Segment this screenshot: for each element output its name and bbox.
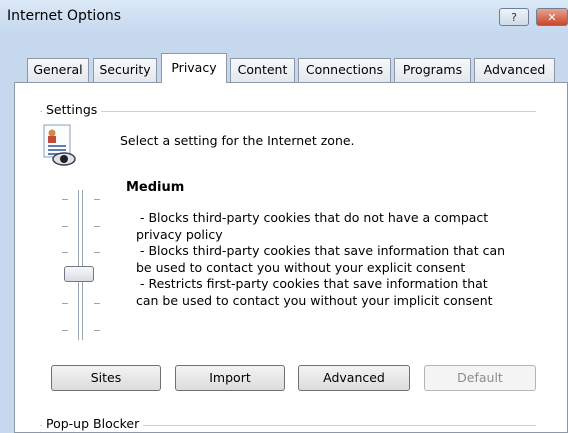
popup-blocker-group-label: Pop-up Blocker: [42, 416, 144, 431]
slider-tick: [94, 303, 100, 304]
slider-tick: [62, 226, 68, 227]
slider-tick: [94, 199, 100, 200]
privacy-level-name: Medium: [126, 180, 185, 195]
slider-tick: [62, 330, 68, 331]
privacy-level-description: - Blocks third-party cookies that do not…: [136, 210, 526, 309]
advanced-button[interactable]: Advanced: [298, 365, 410, 391]
description-line: - Blocks third-party cookies that do not…: [140, 210, 489, 225]
description-line: - Blocks third-party cookies that save i…: [140, 243, 506, 258]
slider-tick: [94, 252, 100, 253]
privacy-slider-thumb[interactable]: [64, 266, 94, 282]
slider-tick: [94, 226, 100, 227]
privacy-slider-track[interactable]: [78, 190, 83, 340]
description-line: be used to contact you without your expl…: [136, 259, 466, 275]
slider-tick: [62, 252, 68, 253]
description-line: privacy policy: [136, 226, 223, 242]
default-button: Default: [424, 365, 536, 391]
import-button[interactable]: Import: [175, 365, 285, 391]
description-line: can be used to contact you without your …: [136, 292, 493, 308]
sites-button[interactable]: Sites: [51, 365, 161, 391]
slider-tick: [62, 199, 68, 200]
slider-tick: [62, 303, 68, 304]
description-line: - Restricts first-party cookies that sav…: [140, 276, 488, 291]
slider-tick: [94, 330, 100, 331]
